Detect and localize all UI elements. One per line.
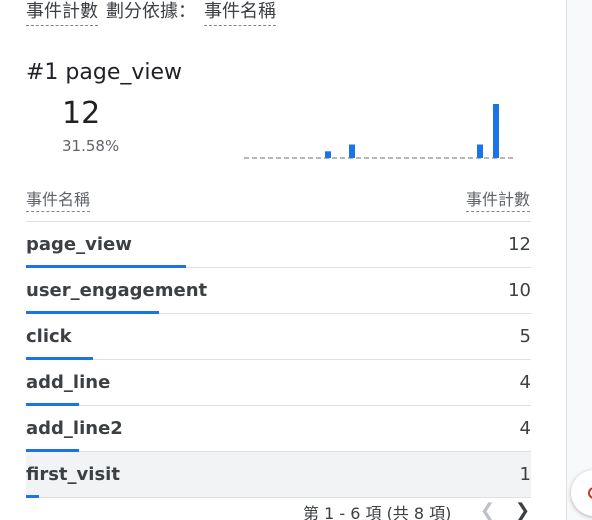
table-row[interactable]: add_line 4 bbox=[26, 360, 531, 406]
pagination-label: 第 1 - 6 項 (共 8 項) bbox=[303, 504, 452, 520]
row-event-count: 12 bbox=[508, 234, 531, 255]
table-row[interactable]: add_line2 4 bbox=[26, 406, 531, 452]
dimension-selector[interactable]: 事件名稱 bbox=[204, 0, 276, 26]
table-row[interactable]: page_view 12 bbox=[26, 222, 531, 268]
chevron-left-icon[interactable]: ❮ bbox=[480, 500, 495, 520]
sparkline-chart bbox=[244, 104, 516, 159]
sparkline-bar bbox=[477, 144, 483, 158]
row-event-name[interactable]: user_engagement bbox=[26, 280, 207, 301]
row-event-count: 5 bbox=[519, 326, 531, 347]
top-item-value: 12 bbox=[62, 96, 101, 131]
sparkline-bar bbox=[493, 104, 499, 158]
column-header-event-count[interactable]: 事件計數 bbox=[465, 186, 530, 212]
row-event-name[interactable]: add_line bbox=[26, 372, 110, 393]
row-event-count: 1 bbox=[519, 464, 531, 485]
table-row[interactable]: click 5 bbox=[26, 314, 531, 360]
row-event-name[interactable]: page_view bbox=[26, 234, 132, 255]
row-event-name[interactable]: first_visit bbox=[26, 464, 120, 485]
row-event-count: 4 bbox=[519, 418, 531, 439]
row-event-name[interactable]: add_line2 bbox=[26, 418, 123, 439]
top-item-percent: 31.58% bbox=[62, 137, 120, 155]
side-panel-edge bbox=[566, 0, 592, 520]
table-row[interactable]: user_engagement 10 bbox=[26, 268, 531, 314]
events-card: 事件計數 劃分依據： 事件名稱 #1 page_view 12 31.58% 事件名… bbox=[0, 0, 566, 520]
table-row[interactable]: first_visit 1 bbox=[26, 452, 531, 498]
card-header: 事件計數 劃分依據： 事件名稱 bbox=[26, 0, 276, 26]
split-label: 劃分依據： bbox=[106, 1, 196, 22]
row-share-bar bbox=[26, 495, 39, 498]
row-event-count: 4 bbox=[519, 372, 531, 393]
column-header-event-name[interactable]: 事件名稱 bbox=[26, 186, 91, 212]
sparkline-bar bbox=[349, 144, 355, 158]
row-event-name[interactable]: click bbox=[26, 326, 72, 347]
metric-selector[interactable]: 事件計數 bbox=[26, 0, 98, 26]
chevron-right-icon[interactable]: ❯ bbox=[515, 500, 530, 520]
record-icon bbox=[588, 487, 592, 499]
sparkline-bar bbox=[325, 151, 331, 159]
top-item-title: #1 page_view bbox=[26, 60, 183, 85]
row-event-count: 10 bbox=[508, 280, 531, 301]
